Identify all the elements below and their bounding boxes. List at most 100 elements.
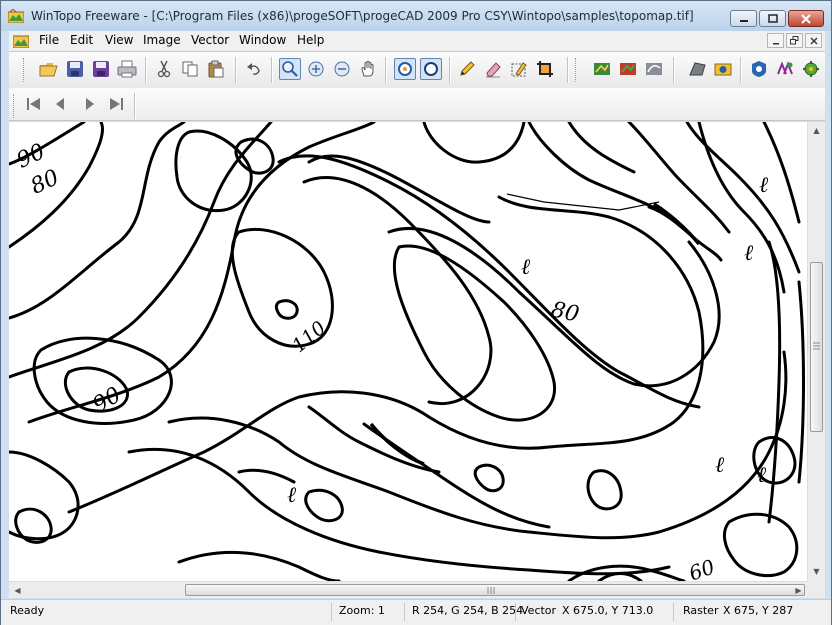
zoom-out-button[interactable] [331,58,353,80]
contour-label: ℓ [715,453,725,478]
contour-map [9,122,805,581]
last-frame-button[interactable] [105,93,127,115]
copy-button[interactable] [179,58,201,80]
vertical-scroll-thumb[interactable] [810,262,823,432]
toolbar-grip[interactable] [575,58,579,82]
minimize-icon [772,42,779,44]
horizontal-scroll-thumb[interactable] [185,584,805,596]
zoom-select-button[interactable] [279,58,301,80]
smooth-icon [646,63,662,75]
menu-vector[interactable]: Vector [191,33,229,47]
open-button[interactable] [38,58,60,80]
smooth-button[interactable] [643,58,665,80]
document-icon[interactable] [13,34,29,48]
app-window: WinTopo Freeware - [C:\Program Files (x8… [0,0,832,625]
maximize-icon [767,14,778,23]
contour-label: ℓ [287,483,297,508]
scroll-up-arrow-icon[interactable]: ▲ [808,122,825,139]
title-bar[interactable]: WinTopo Freeware - [C:\Program Files (x8… [1,1,831,31]
next-frame-button[interactable] [79,93,101,115]
playback-toolbar [9,88,825,121]
settings-icon [803,61,819,77]
mdi-close-button[interactable] [805,33,822,48]
undo-button[interactable] [243,58,265,80]
maximize-button[interactable] [759,10,786,27]
thin-button[interactable] [591,58,613,80]
first-frame-button[interactable] [23,93,45,115]
close-button[interactable] [788,10,824,27]
contour-label: ℓ [759,173,769,198]
menu-image[interactable]: Image [143,33,181,47]
window-title: WinTopo Freeware - [C:\Program Files (x8… [31,9,694,23]
pencil-icon [460,61,475,76]
raster-view-button[interactable] [394,58,416,80]
auto-trace-icon [620,63,636,75]
toolbar-grip[interactable] [13,94,17,118]
grip-icon [487,587,495,594]
layers-button[interactable] [774,58,796,80]
menu-window[interactable]: Window [239,33,286,47]
save-as-icon [93,61,109,77]
status-vector-label: Vector [521,604,557,617]
zoom-select-icon [282,61,298,77]
status-state: Ready [10,604,45,617]
tracing-options-button[interactable] [712,58,734,80]
paste-icon [208,60,224,78]
status-zoom: Zoom: 1 [339,604,385,617]
settings-button[interactable] [800,58,822,80]
close-icon [810,37,817,44]
one-touch-icon [689,62,706,76]
save-as-button[interactable] [90,58,112,80]
menu-file[interactable]: File [39,33,59,47]
zoom-out-icon [334,61,350,77]
crop-icon [537,61,553,77]
cut-button[interactable] [153,58,175,80]
menu-view[interactable]: View [105,33,133,47]
status-vector-coords: X 675.0, Y 713.0 [562,604,654,617]
vectorize-button[interactable] [748,58,770,80]
edit-node-button[interactable] [508,58,530,80]
undo-icon [247,63,260,75]
one-touch-button[interactable] [686,58,708,80]
mdi-restore-button[interactable] [786,33,803,48]
last-frame-icon [110,98,123,110]
topographic-map-canvas[interactable]: 90 80 ℓ ℓ ℓ 80 110 90 ℓ ℓ ℓ 60 [9,122,807,581]
scroll-down-arrow-icon[interactable]: ▼ [808,563,825,580]
prev-frame-icon [56,98,64,110]
thin-icon [594,63,610,75]
prev-frame-button[interactable] [49,93,71,115]
vertical-scrollbar[interactable]: ▲ ▼ [807,122,825,581]
minimize-icon [739,19,748,22]
auto-trace-button[interactable] [617,58,639,80]
minimize-button[interactable] [730,10,757,27]
grip-icon [813,342,820,350]
pan-button[interactable] [357,58,379,80]
mdi-minimize-button[interactable] [767,33,784,48]
crop-button[interactable] [534,58,556,80]
eraser-button[interactable] [482,58,504,80]
menu-edit[interactable]: Edit [70,33,93,47]
contour-label: ℓ [744,241,754,266]
eraser-icon [486,62,501,78]
scroll-right-arrow-icon[interactable]: ▶ [790,582,807,598]
scrollbar-corner [807,581,825,598]
scroll-left-arrow-icon[interactable]: ◀ [9,582,26,598]
toolbar-grip[interactable] [23,58,27,82]
status-bar: Ready Zoom: 1 R 254, G 254, B 254 Vector… [1,599,831,625]
vectorize-icon [752,61,766,77]
save-button[interactable] [64,58,86,80]
close-icon [801,13,811,24]
paste-button[interactable] [205,58,227,80]
pencil-button[interactable] [456,58,478,80]
print-icon [117,60,137,78]
horizontal-scrollbar[interactable]: ◀ ▶ [9,581,807,598]
menu-help[interactable]: Help [297,33,324,47]
vector-view-button[interactable] [420,58,442,80]
app-logo-icon [8,9,24,23]
tracing-options-icon [714,63,732,76]
print-button[interactable] [116,58,138,80]
zoom-in-button[interactable] [305,58,327,80]
status-raster-label: Raster [683,604,719,617]
next-frame-icon [86,98,94,110]
vector-view-icon [424,62,438,76]
